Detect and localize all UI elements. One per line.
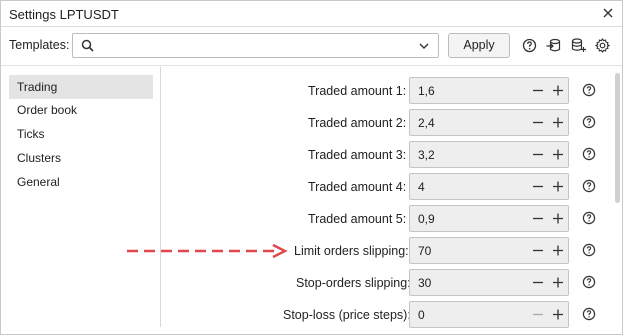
setting-value: 30 <box>418 276 432 290</box>
sidebar: Trading Order book Ticks Clusters Genera… <box>1 67 161 327</box>
sidebar-item-order-book[interactable]: Order book <box>9 98 153 122</box>
save-template-icon[interactable] <box>571 38 586 53</box>
help-icon[interactable] <box>582 115 596 129</box>
setting-value: 2,4 <box>418 116 435 130</box>
traded-amount-1-input[interactable]: 1,6 <box>409 77 569 104</box>
help-icon[interactable] <box>582 275 596 289</box>
stop-orders-slipping-input[interactable]: 30 <box>409 269 569 296</box>
vertical-scrollbar[interactable] <box>615 73 620 203</box>
decrement-button[interactable] <box>528 110 548 135</box>
setting-label: Stop-orders slipping: <box>296 276 411 290</box>
sidebar-item-trading[interactable]: Trading <box>9 75 153 99</box>
import-template-icon[interactable] <box>546 38 561 53</box>
limit-orders-slipping-input[interactable]: 70 <box>409 237 569 264</box>
traded-amount-3-input[interactable]: 3,2 <box>409 141 569 168</box>
traded-amount-5-input[interactable]: 0,9 <box>409 205 569 232</box>
setting-label: Traded amount 4: <box>308 180 407 194</box>
decrement-button[interactable] <box>528 206 548 231</box>
decrement-button[interactable] <box>528 174 548 199</box>
setting-value: 4 <box>418 180 425 194</box>
decrement-button[interactable] <box>528 270 548 295</box>
setting-row: Traded amount 5: 0,9 <box>162 205 602 237</box>
setting-row: Stop-orders slipping: 30 <box>162 269 602 301</box>
setting-label: Traded amount 3: <box>308 148 407 162</box>
increment-button[interactable] <box>548 142 568 167</box>
help-icon[interactable] <box>582 243 596 257</box>
increment-button[interactable] <box>548 110 568 135</box>
help-icon[interactable] <box>582 147 596 161</box>
setting-value: 0,9 <box>418 212 435 226</box>
setting-value: 3,2 <box>418 148 435 162</box>
sidebar-item-clusters[interactable]: Clusters <box>9 146 153 170</box>
toolbar: Templates: Apply <box>1 28 622 66</box>
increment-button[interactable] <box>548 302 568 327</box>
increment-button[interactable] <box>548 78 568 103</box>
templates-label: Templates: <box>9 38 70 52</box>
stop-loss-price-steps-input[interactable]: 0 <box>409 301 569 328</box>
help-icon[interactable] <box>582 211 596 225</box>
increment-button[interactable] <box>548 238 568 263</box>
help-circle-icon[interactable] <box>522 38 537 53</box>
setting-label: Stop-loss (price steps): <box>283 308 411 322</box>
search-icon <box>81 39 94 55</box>
title-bar: Settings LPTUSDT <box>1 1 622 27</box>
traded-amount-2-input[interactable]: 2,4 <box>409 109 569 136</box>
setting-row: Stop-loss (price steps): 0 <box>162 301 602 333</box>
decrement-button <box>528 302 548 327</box>
setting-label: Traded amount 2: <box>308 116 407 130</box>
decrement-button[interactable] <box>528 238 548 263</box>
trading-settings-panel: Traded amount 1: 1,6 Traded amount 2: 2,… <box>162 67 602 335</box>
setting-label: Limit orders slipping: <box>294 244 409 258</box>
settings-window: Settings LPTUSDT Templates: Apply Tradin… <box>0 0 623 335</box>
setting-label: Traded amount 5: <box>308 212 407 226</box>
decrement-button[interactable] <box>528 142 548 167</box>
setting-value: 70 <box>418 244 432 258</box>
help-icon[interactable] <box>582 307 596 321</box>
sidebar-item-general[interactable]: General <box>9 170 153 194</box>
setting-value: 0 <box>418 308 425 322</box>
setting-row: Traded amount 3: 3,2 <box>162 141 602 173</box>
increment-button[interactable] <box>548 270 568 295</box>
help-icon[interactable] <box>582 179 596 193</box>
annotation-arrow <box>127 243 288 259</box>
sidebar-item-ticks[interactable]: Ticks <box>9 122 153 146</box>
traded-amount-4-input[interactable]: 4 <box>409 173 569 200</box>
gear-icon[interactable] <box>594 38 611 53</box>
setting-row: Traded amount 2: 2,4 <box>162 109 602 141</box>
increment-button[interactable] <box>548 174 568 199</box>
increment-button[interactable] <box>548 206 568 231</box>
setting-label: Traded amount 1: <box>308 84 407 98</box>
decrement-button[interactable] <box>528 78 548 103</box>
close-icon[interactable] <box>600 5 616 21</box>
setting-value: 1,6 <box>418 84 435 98</box>
help-icon[interactable] <box>582 83 596 97</box>
chevron-down-icon[interactable] <box>418 40 430 55</box>
apply-button[interactable]: Apply <box>448 33 510 58</box>
templates-search-select[interactable] <box>72 33 439 58</box>
window-title: Settings LPTUSDT <box>9 7 119 22</box>
setting-row: Traded amount 1: 1,6 <box>162 77 602 109</box>
setting-row: Traded amount 4: 4 <box>162 173 602 205</box>
